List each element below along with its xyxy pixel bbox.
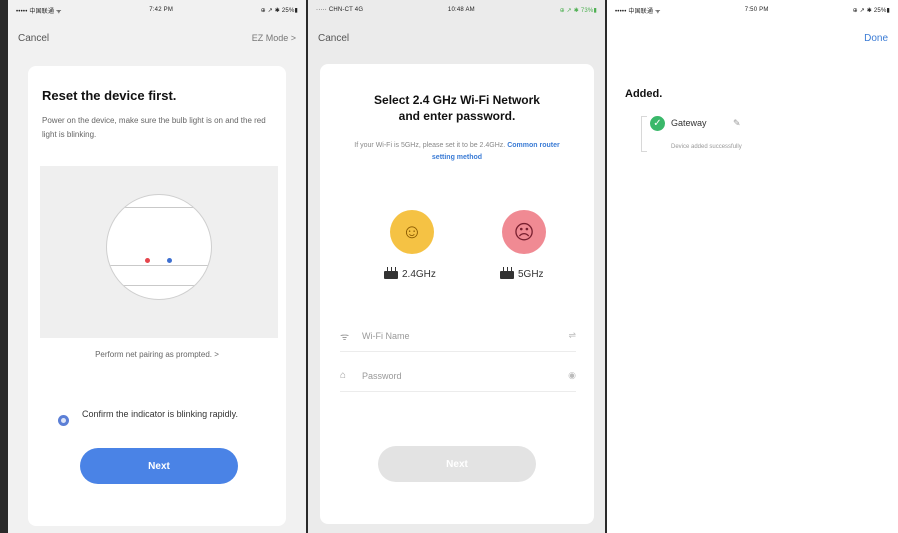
- page-title: Reset the device first.: [42, 88, 177, 103]
- bulb-illustration: [40, 166, 278, 338]
- battery-status: ⊕ ↗ ✱ 25%▮: [852, 7, 890, 14]
- sad-face-icon: ☹: [502, 210, 546, 254]
- wifi-description: If your Wi-Fi is 5GHz, please set it to …: [344, 140, 570, 164]
- battery-status: ⊕ ↗ ✱ 73%▮: [559, 7, 597, 14]
- band-24ghz: 2.4GHz: [384, 266, 436, 280]
- title-line-1: Select 2.4 GHz Wi-Fi Network: [374, 93, 540, 107]
- page-title: Select 2.4 GHz Wi-Fi Network and enter p…: [320, 92, 594, 124]
- confirm-label: Confirm the indicator is blinking rapidl…: [82, 409, 238, 419]
- checkbox-icon[interactable]: [58, 415, 69, 426]
- wifi-setup-screen: ····· CHN-CT 4G 10:48 AM ⊕ ↗ ✱ 73%▮ Canc…: [308, 0, 605, 533]
- carrier-signal: ••••• 中国联通 ᯤ: [16, 8, 62, 15]
- device-added-screen: ••••• 中国联通 ᯤ 7:50 PM ⊕ ↗ ✱ 25%▮ Done Add…: [607, 0, 898, 533]
- password-field[interactable]: ⌂ Password ◉: [340, 360, 576, 392]
- done-button[interactable]: Done: [864, 33, 888, 44]
- edit-pencil-icon[interactable]: ✎: [733, 118, 741, 129]
- device-name: Gateway: [671, 118, 707, 128]
- nav-bar: Done: [607, 20, 898, 56]
- band-5ghz: 5GHz: [500, 266, 544, 280]
- wifi-description-text: If your Wi-Fi is 5GHz, please set it to …: [354, 142, 506, 149]
- router-icon: [384, 266, 398, 279]
- status-time: 7:50 PM: [744, 7, 769, 13]
- added-device-item: ✓ Gateway ✎ Device added successfully: [641, 116, 861, 156]
- ez-mode-button[interactable]: EZ Mode >: [252, 33, 296, 43]
- pairing-hint-link[interactable]: Perform net pairing as prompted. >: [28, 350, 286, 359]
- cancel-button[interactable]: Cancel: [18, 33, 49, 44]
- band-5ghz-label: 5GHz: [518, 269, 544, 280]
- device-added-status: Device added successfully: [671, 144, 742, 150]
- cancel-button[interactable]: Cancel: [318, 33, 349, 44]
- red-light-icon: [145, 258, 150, 263]
- bulb-divider-bottom: [107, 285, 211, 286]
- switch-network-icon[interactable]: ⇌: [568, 330, 576, 341]
- wifi-name-input[interactable]: Wi-Fi Name: [362, 331, 568, 341]
- next-button[interactable]: Next: [378, 446, 536, 482]
- status-bar: ····· CHN-CT 4G 10:48 AM ⊕ ↗ ✱ 73%▮: [308, 0, 605, 20]
- password-input[interactable]: Password: [362, 371, 568, 381]
- show-password-icon[interactable]: ◉: [568, 370, 576, 381]
- reset-card: Reset the device first. Power on the dev…: [28, 66, 286, 526]
- blue-light-icon: [167, 258, 172, 263]
- reset-device-screen: ••••• 中国联通 ᯤ 7:42 PM ⊕ ↗ ✱ 25%▮ Cancel E…: [8, 0, 306, 533]
- wifi-card: Select 2.4 GHz Wi-Fi Network and enter p…: [320, 64, 594, 524]
- confirm-indicator-checkbox[interactable]: Confirm the indicator is blinking rapidl…: [58, 408, 258, 426]
- battery-status: ⊕ ↗ ✱ 25%▮: [260, 7, 298, 14]
- wifi-icon: ᯤ: [340, 331, 350, 343]
- reset-description: Power on the device, make sure the bulb …: [42, 116, 266, 139]
- bulb-divider-top: [107, 207, 211, 208]
- band-24ghz-label: 2.4GHz: [402, 269, 436, 280]
- nav-bar: Cancel EZ Mode >: [8, 20, 306, 56]
- added-heading: Added.: [625, 88, 663, 100]
- status-bar: ••••• 中国联通 ᯤ 7:50 PM ⊕ ↗ ✱ 25%▮: [607, 0, 898, 20]
- next-button[interactable]: Next: [80, 448, 238, 484]
- title-line-2: and enter password.: [398, 109, 516, 123]
- status-time: 7:42 PM: [149, 7, 174, 13]
- router-icon: [500, 266, 514, 279]
- nav-bar: Cancel: [308, 20, 605, 56]
- status-time: 10:48 AM: [447, 7, 475, 13]
- check-icon: ✓: [650, 116, 665, 131]
- lock-icon: ⌂: [340, 370, 347, 381]
- bulb-divider-mid: [107, 265, 211, 266]
- device-bracket: [641, 116, 647, 152]
- wifi-name-field[interactable]: ᯤ Wi-Fi Name ⇌: [340, 320, 576, 352]
- carrier-signal: ••••• 中国联通 ᯤ: [615, 8, 661, 15]
- bulb-icon: [106, 194, 212, 300]
- happy-face-icon: ☺: [390, 210, 434, 254]
- carrier-signal: ····· CHN-CT 4G: [316, 7, 364, 13]
- status-bar: ••••• 中国联通 ᯤ 7:42 PM ⊕ ↗ ✱ 25%▮: [8, 0, 306, 20]
